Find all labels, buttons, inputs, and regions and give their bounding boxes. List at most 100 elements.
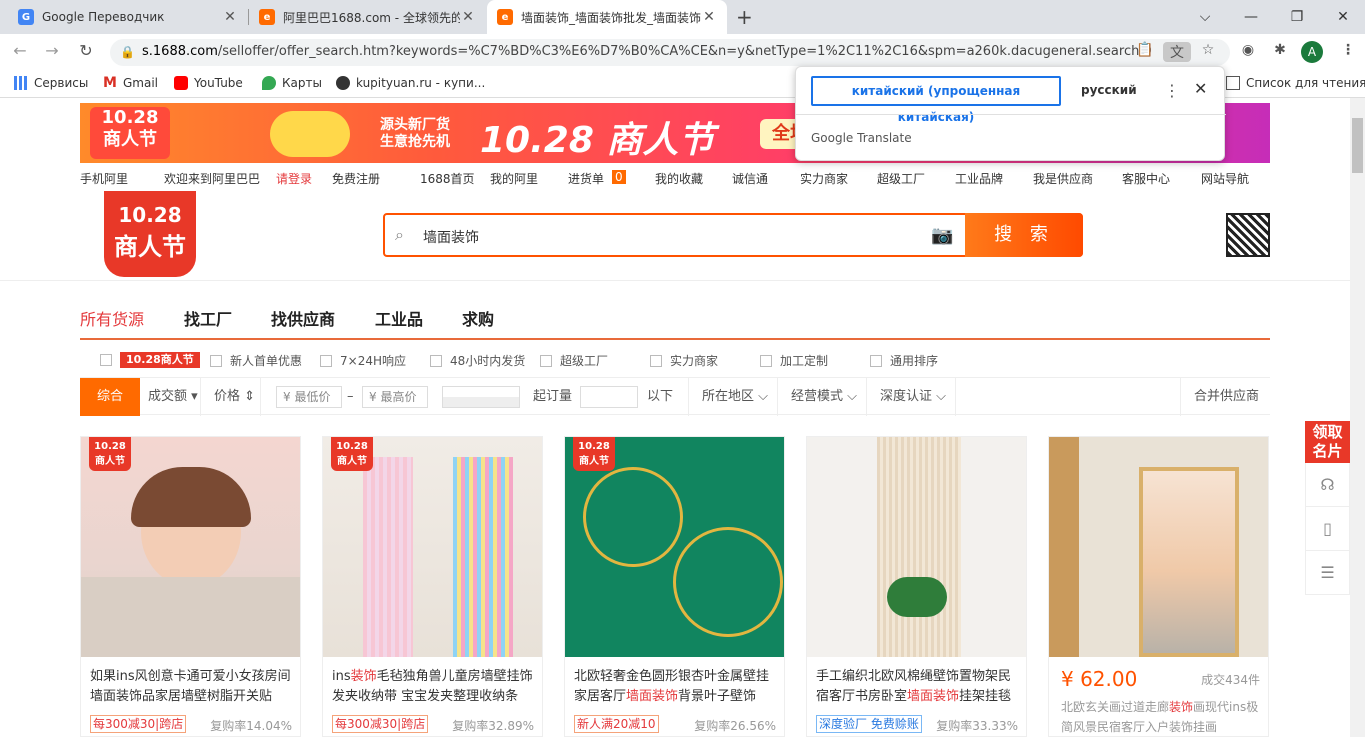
tab-close-button[interactable]: ✕ <box>701 9 717 25</box>
nav-site-map[interactable]: 网站导航 <box>1201 170 1249 187</box>
bookmark-services[interactable]: Сервисы <box>14 76 88 90</box>
sort-price[interactable]: 价格 ⇕ <box>214 378 255 416</box>
product-card[interactable]: 10.28 商人节 北欧轻奢金色圆形银杏叶金属壁挂 家居客厅墙面装饰背景叶子壁饰… <box>564 436 785 737</box>
business-mode-dropdown[interactable]: 经营模式 ⌵ <box>791 378 857 416</box>
customer-service-headset-icon[interactable]: ☊ <box>1305 463 1350 507</box>
tab-close-button[interactable]: ✕ <box>460 9 476 25</box>
nav-trustpass[interactable]: 诚信通 <box>732 170 768 187</box>
filter-super-factory[interactable]: 超级工厂 <box>540 352 608 369</box>
nav-home[interactable]: 1688首页 <box>420 170 475 187</box>
filter-24h[interactable]: 7×24H响应 <box>320 352 406 369</box>
reading-list[interactable]: Список для чтения <box>1226 76 1365 90</box>
nav-my-ali[interactable]: 我的阿里 <box>490 170 538 187</box>
reload-icon[interactable]: ↻ <box>74 41 98 63</box>
tab-industrial[interactable]: 工业品 <box>375 306 423 330</box>
sort-deal-amount[interactable]: 成交额 ▾ <box>148 378 198 416</box>
tab-close-button[interactable]: ✕ <box>222 9 238 25</box>
sort-comprehensive[interactable]: 综合 <box>80 378 140 416</box>
target-language-button[interactable]: русский <box>1081 83 1137 97</box>
filter-48h[interactable]: 48小时内发货 <box>430 352 525 369</box>
close-window-button[interactable]: ✕ <box>1320 0 1365 34</box>
filter-1028[interactable]: 10.28商人节 <box>100 352 200 368</box>
nav-strong-merchants[interactable]: 实力商家 <box>800 170 848 187</box>
profile-extension-icon[interactable]: ◉ <box>1238 42 1258 62</box>
filter-custom[interactable]: 加工定制 <box>760 352 828 369</box>
checkbox[interactable] <box>760 354 772 367</box>
get-business-card-button[interactable]: 领取 名片 <box>1305 421 1350 463</box>
url-text[interactable]: s.1688.com/selloffer/offer_search.htm?ke… <box>142 44 1152 59</box>
source-language-button[interactable]: китайский (упрощенная китайская) <box>811 76 1061 124</box>
maximize-button[interactable]: ❐ <box>1274 0 1320 34</box>
checkbox[interactable] <box>540 354 552 367</box>
minimize-button[interactable]: — <box>1228 0 1274 34</box>
menu-kebab-icon[interactable]: ⋮ <box>1338 42 1358 62</box>
tab-all-sources[interactable]: 所有货源 <box>80 306 144 330</box>
min-price-input[interactable]: ¥ 最低价 <box>276 386 342 408</box>
product-card[interactable]: 手工编织北欧风棉绳壁饰置物架民宿客厅书房卧室墙面装饰挂架挂毯 深度验厂 免费赊账… <box>806 436 1027 737</box>
merge-suppliers[interactable]: 合并供应商 <box>1194 378 1259 416</box>
product-title[interactable]: 北欧玄关画过道走廊装饰画现代ins极简风景民宿客厅入户装饰挂画 <box>1061 697 1266 736</box>
nav-favorites[interactable]: 我的收藏 <box>655 170 703 187</box>
search-button[interactable]: 搜 索 <box>965 213 1083 257</box>
certification-dropdown[interactable]: 深度认证 ⌵ <box>880 378 946 416</box>
product-image[interactable] <box>807 437 1026 657</box>
nav-mobile-ali[interactable]: 手机阿里 <box>80 170 128 187</box>
bookmark-gmail[interactable]: M Gmail <box>103 76 158 90</box>
tab-purchase[interactable]: 求购 <box>462 306 494 330</box>
product-title[interactable]: 如果ins风创意卡通可爱小女孩房间墙面装饰品家居墙壁树脂开关贴 <box>90 667 295 707</box>
forward-arrow-icon[interactable]: → <box>40 41 64 63</box>
clipboard-icon[interactable]: 📋 <box>1135 42 1155 62</box>
camera-icon[interactable]: 📷 <box>931 225 953 246</box>
product-image[interactable] <box>1049 437 1268 657</box>
address-bar[interactable]: 🔒 s.1688.com/selloffer/offer_search.htm?… <box>110 39 1230 66</box>
price-range-chart-icon[interactable] <box>442 386 520 408</box>
nav-login[interactable]: 请登录 <box>276 170 312 187</box>
tab-alibaba-home[interactable]: e 阿里巴巴1688.com - 全球领先的采 ✕ <box>249 0 486 34</box>
extensions-puzzle-icon[interactable]: ✱ <box>1270 42 1290 62</box>
filter-general-sort[interactable]: 通用排序 <box>870 352 938 369</box>
checkbox[interactable] <box>430 354 442 367</box>
max-price-input[interactable]: ¥ 最高价 <box>362 386 428 408</box>
product-card[interactable]: ¥ 62.00 成交434件 北欧玄关画过道走廊装饰画现代ins极简风景民宿客厅… <box>1048 436 1269 737</box>
nav-super-factory[interactable]: 超级工厂 <box>877 170 925 187</box>
checkbox[interactable] <box>210 354 222 367</box>
tab-google-translate[interactable]: G Google Переводчик ✕ <box>8 0 248 34</box>
new-tab-button[interactable]: + <box>736 5 753 29</box>
product-title[interactable]: 手工编织北欧风棉绳壁饰置物架民宿客厅书房卧室墙面装饰挂架挂毯 <box>816 667 1021 707</box>
checkbox[interactable] <box>320 354 332 367</box>
nav-industrial-brand[interactable]: 工业品牌 <box>955 170 1003 187</box>
translate-page-icon[interactable]: 文 <box>1163 42 1191 62</box>
tab-search-icon[interactable]: ⌵ <box>1182 0 1228 34</box>
product-card[interactable]: 10.28 商人节 ins装饰毛毡独角兽儿童房墙壁挂饰发夹收纳带 宝宝发夹整理收… <box>322 436 543 737</box>
nav-supplier[interactable]: 我是供应商 <box>1033 170 1093 187</box>
checkbox[interactable] <box>650 354 662 367</box>
filter-new-user[interactable]: 新人首单优惠 <box>210 352 302 369</box>
feedback-icon[interactable]: ☰ <box>1305 551 1350 595</box>
moq-input[interactable] <box>580 386 638 408</box>
site-logo[interactable]: 10.28 商人节 <box>104 191 196 277</box>
nav-service-center[interactable]: 客服中心 <box>1122 170 1170 187</box>
tab-find-supplier[interactable]: 找供应商 <box>271 306 335 330</box>
back-arrow-icon[interactable]: ← <box>8 41 32 63</box>
bookmark-youtube[interactable]: YouTube <box>174 76 243 90</box>
product-card[interactable]: 10.28 商人节 如果ins风创意卡通可爱小女孩房间墙面装饰品家居墙壁树脂开关… <box>80 436 301 737</box>
nav-cart[interactable]: 进货单 <box>568 170 604 187</box>
product-title[interactable]: ins装饰毛毡独角兽儿童房墙壁挂饰发夹收纳带 宝宝发夹整理收纳条 <box>332 667 537 707</box>
scrollbar-thumb[interactable] <box>1352 118 1363 173</box>
product-title[interactable]: 北欧轻奢金色圆形银杏叶金属壁挂 家居客厅墙面装饰背景叶子壁饰 <box>574 667 779 707</box>
checkbox[interactable] <box>870 354 882 367</box>
bookmark-maps[interactable]: Карты <box>262 76 322 90</box>
tab-find-factory[interactable]: 找工厂 <box>184 306 232 330</box>
search-input[interactable]: 墙面装饰 <box>423 227 479 247</box>
mobile-phone-icon[interactable]: ▯ <box>1305 507 1350 551</box>
profile-avatar[interactable]: A <box>1301 41 1323 63</box>
nav-register[interactable]: 免费注册 <box>332 170 380 187</box>
bookmark-star-icon[interactable]: ☆ <box>1198 42 1218 62</box>
filter-strong-merchant[interactable]: 实力商家 <box>650 352 718 369</box>
tab-search-results[interactable]: e 墙面装饰_墙面装饰批发_墙面装饰 ✕ <box>487 0 727 34</box>
checkbox[interactable] <box>100 354 112 366</box>
page-scrollbar[interactable] <box>1350 98 1365 737</box>
region-dropdown[interactable]: 所在地区 ⌵ <box>702 378 768 416</box>
more-options-icon[interactable]: ⋮ <box>1164 81 1180 100</box>
bookmark-kupityuan[interactable]: kupityuan.ru - купи... <box>336 76 485 90</box>
